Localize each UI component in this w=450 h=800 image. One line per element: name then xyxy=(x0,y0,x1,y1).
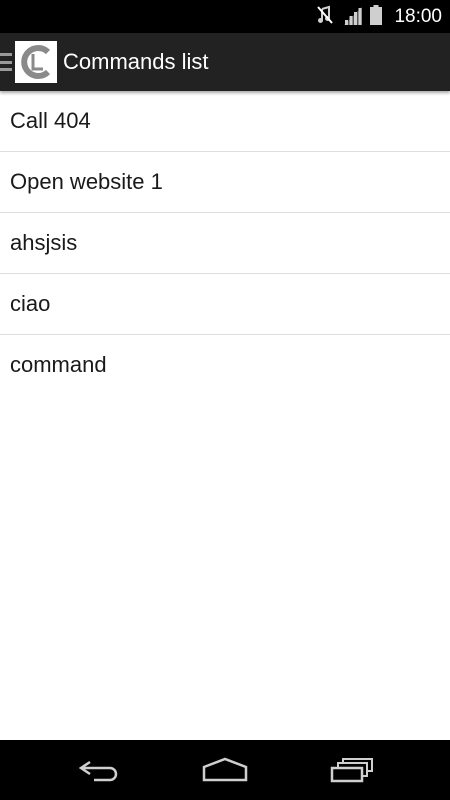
battery-icon xyxy=(370,4,383,29)
status-time: 18:00 xyxy=(394,5,442,27)
back-icon[interactable] xyxy=(70,750,130,790)
commands-list: Call 404 Open website 1 ahsjsis ciao com… xyxy=(0,91,450,740)
command-item-ciao[interactable]: ciao xyxy=(0,274,450,335)
action-bar: Commands list xyxy=(0,33,450,91)
status-icons: 18:00 xyxy=(316,0,442,33)
recent-apps-icon[interactable] xyxy=(322,750,382,790)
status-bar: 18:00 xyxy=(0,0,450,33)
command-item-command[interactable]: command xyxy=(0,335,450,395)
page-title: Commands list xyxy=(63,49,209,74)
mute-icon xyxy=(316,5,334,29)
command-item-call-404[interactable]: Call 404 xyxy=(0,91,450,152)
home-icon[interactable] xyxy=(195,750,255,790)
command-item-open-website-1[interactable]: Open website 1 xyxy=(0,152,450,213)
drawer-menu-icon[interactable] xyxy=(0,53,12,71)
command-item-ahsjsis[interactable]: ahsjsis xyxy=(0,213,450,274)
signal-icon xyxy=(342,5,363,29)
navigation-bar xyxy=(0,740,450,800)
app-logo-icon[interactable] xyxy=(15,41,57,83)
